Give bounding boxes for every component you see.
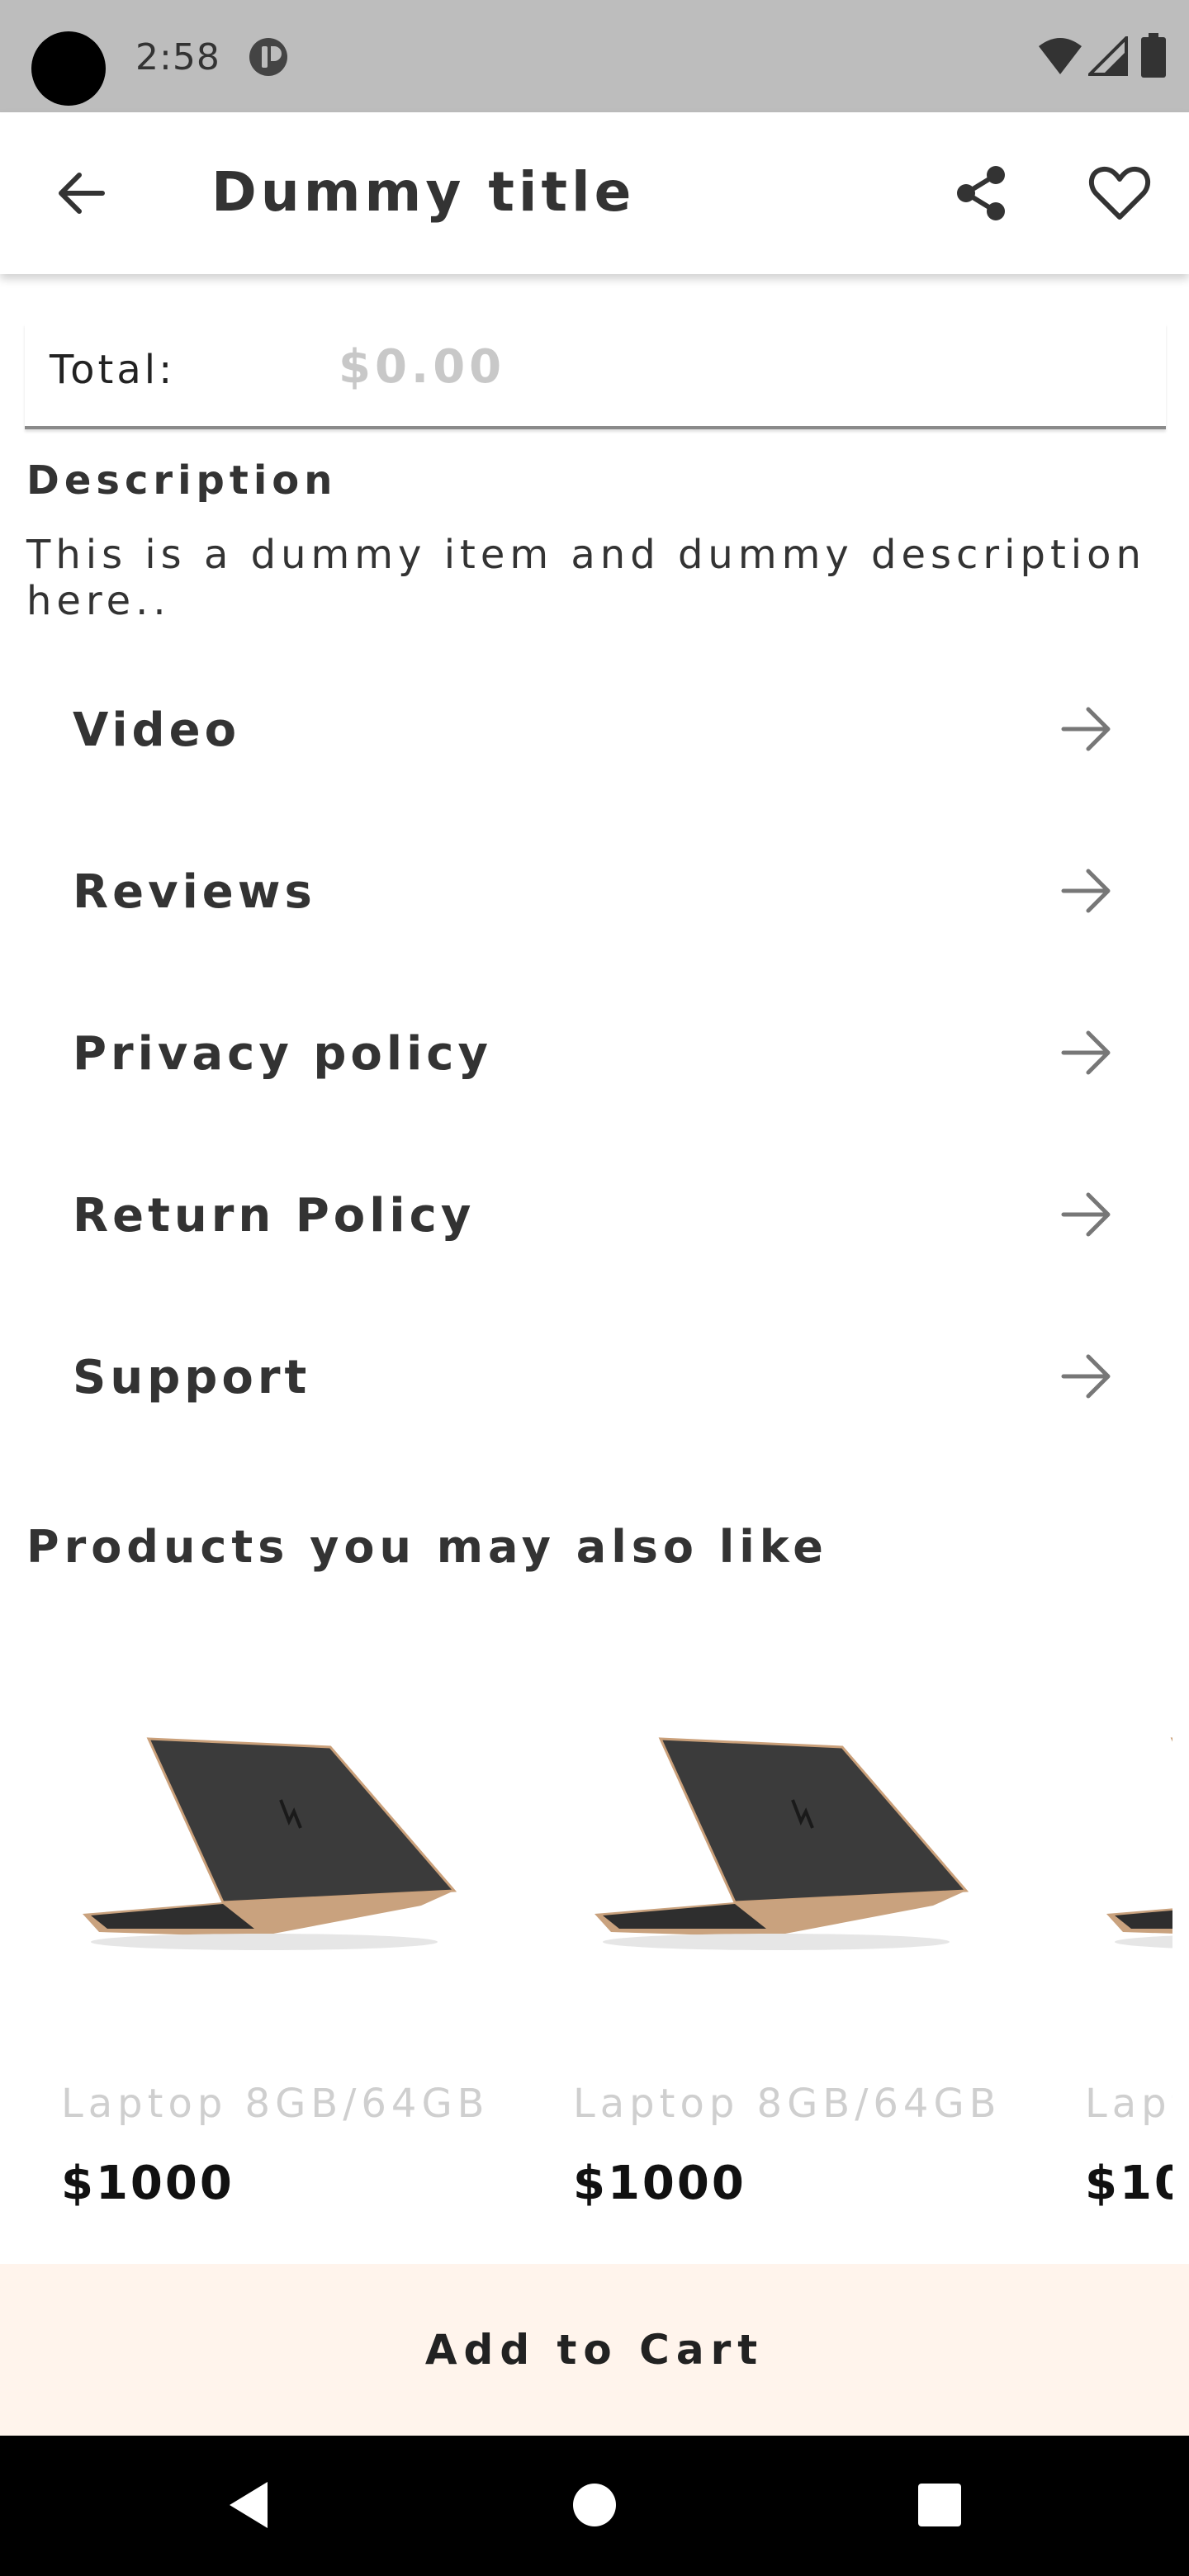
signal-icon bbox=[1088, 36, 1128, 76]
product-name: Laptop 8GB/64GB bbox=[573, 2081, 1002, 2127]
page-title: Dummy title bbox=[211, 160, 636, 224]
wifi-icon bbox=[1039, 38, 1082, 74]
nav-home-icon[interactable] bbox=[565, 2475, 624, 2535]
product-price: $1000 bbox=[1085, 2157, 1172, 2210]
products-carousel[interactable]: Laptop 8GB/64GB $1000 Laptop 8GB/64GB $1… bbox=[0, 1618, 1172, 2246]
product-card[interactable]: Laptop 8GB/64GB $1000 bbox=[0, 1618, 495, 2246]
description-heading: Description bbox=[26, 457, 338, 504]
back-button[interactable] bbox=[40, 152, 122, 234]
arrow-right-icon bbox=[1061, 707, 1111, 751]
link-row-support[interactable]: Support bbox=[0, 1300, 1189, 1461]
arrow-right-icon bbox=[1061, 1354, 1111, 1399]
share-button[interactable] bbox=[940, 152, 1022, 234]
product-card[interactable]: Laptop 8GB/64GB $1000 bbox=[512, 1618, 1007, 2246]
battery-icon bbox=[1141, 33, 1166, 78]
link-label: Privacy policy bbox=[73, 1027, 492, 1081]
total-value: $0.00 bbox=[339, 340, 506, 394]
link-row-return-policy[interactable]: Return Policy bbox=[0, 1138, 1189, 1300]
app-notification-icon bbox=[249, 38, 287, 76]
product-name: Laptop 8GB/64GB bbox=[1085, 2081, 1172, 2127]
product-card[interactable]: Laptop 8GB/64GB $1000 bbox=[1024, 1618, 1172, 2246]
product-price: $1000 bbox=[573, 2157, 746, 2210]
link-label: Video bbox=[73, 703, 241, 757]
products-heading: Products you may also like bbox=[26, 1521, 828, 1573]
camera-cutout bbox=[31, 31, 106, 106]
arrow-right-icon bbox=[1061, 1030, 1111, 1075]
description-text: This is a dummy item and dummy descripti… bbox=[26, 532, 1146, 624]
laptop-image bbox=[1106, 1737, 1172, 1949]
link-row-reviews[interactable]: Reviews bbox=[0, 814, 1189, 976]
status-bar: 2:58 bbox=[0, 0, 1189, 112]
arrow-right-icon bbox=[1061, 869, 1111, 913]
product-price: $1000 bbox=[61, 2157, 234, 2210]
favorite-button[interactable] bbox=[1078, 152, 1161, 234]
add-to-cart-button[interactable]: Add to Cart bbox=[0, 2264, 1189, 2436]
product-name: Laptop 8GB/64GB bbox=[61, 2081, 490, 2127]
back-arrow-icon bbox=[59, 173, 105, 214]
laptop-image bbox=[594, 1737, 969, 1950]
link-label: Support bbox=[73, 1351, 311, 1404]
arrow-right-icon bbox=[1061, 1192, 1111, 1237]
link-label: Reviews bbox=[73, 865, 316, 919]
system-nav-bar bbox=[0, 2436, 1189, 2576]
total-row: Total: $0.00 bbox=[25, 324, 1166, 429]
heart-icon bbox=[1088, 166, 1151, 220]
link-row-video[interactable]: Video bbox=[0, 652, 1189, 814]
share-icon bbox=[957, 166, 1005, 220]
nav-recents-icon[interactable] bbox=[910, 2475, 969, 2535]
nav-back-icon[interactable] bbox=[220, 2475, 279, 2535]
total-label: Total: bbox=[50, 347, 176, 393]
app-bar: Dummy title bbox=[0, 112, 1189, 274]
add-to-cart-bar: Add to Cart bbox=[0, 2264, 1189, 2436]
status-time: 2:58 bbox=[135, 36, 220, 78]
laptop-image bbox=[83, 1737, 457, 1950]
link-label: Return Policy bbox=[73, 1189, 476, 1243]
link-row-privacy-policy[interactable]: Privacy policy bbox=[0, 976, 1189, 1138]
